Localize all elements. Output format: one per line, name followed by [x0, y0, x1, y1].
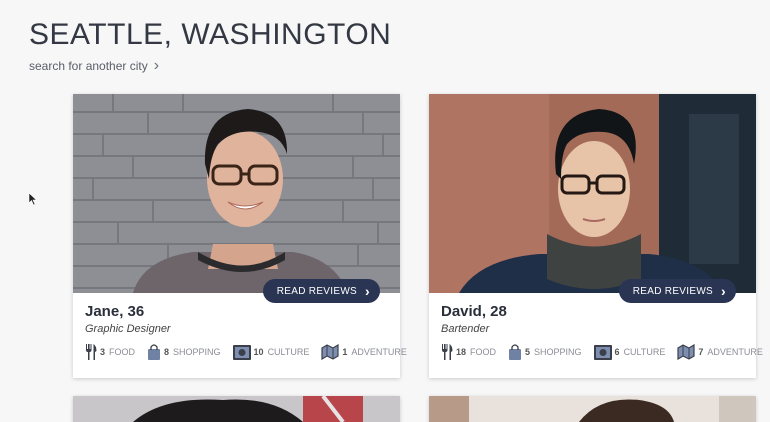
profile-name: David, 28 [441, 303, 507, 320]
read-reviews-button[interactable]: READ REVIEWS › [618, 279, 736, 303]
stat-culture[interactable]: 6 CULTURE [593, 344, 666, 360]
profile-card-partial[interactable] [73, 394, 400, 422]
stat-label: ADVENTURE [351, 347, 407, 357]
stat-count: 5 [525, 347, 531, 357]
stat-shopping[interactable]: 5 SHOPPING [508, 344, 582, 360]
utensils-icon [442, 344, 453, 360]
utensils-icon [86, 344, 97, 360]
stat-adventure[interactable]: 1 ADVENTURE [321, 344, 407, 360]
profile-card-jane[interactable]: READ REVIEWS › Jane, 36 Graphic Designer… [73, 94, 407, 378]
shopping-bag-icon [509, 344, 522, 360]
profile-photo [429, 396, 756, 422]
profile-name: Jane, 36 [85, 303, 145, 320]
stat-count: 10 [253, 347, 264, 357]
profile-card-david[interactable]: READ REVIEWS › David, 28 Bartender 18 FO… [429, 94, 763, 378]
stat-count: 8 [164, 347, 170, 357]
chevron-right-icon: › [721, 283, 726, 299]
search-link-label: search for another city [29, 59, 148, 73]
stat-label: ADVENTURE [707, 347, 763, 357]
stat-count: 1 [342, 347, 348, 357]
profile-photo [429, 94, 756, 293]
stat-count: 7 [698, 347, 704, 357]
map-icon [677, 344, 696, 360]
read-reviews-label: READ REVIEWS [632, 285, 714, 297]
shopping-bag-icon [148, 344, 161, 360]
stat-count: 3 [100, 347, 106, 357]
museum-icon [593, 345, 612, 360]
stat-culture[interactable]: 10 CULTURE [232, 344, 310, 360]
profile-occupation: Graphic Designer [85, 323, 171, 335]
search-another-city-link[interactable]: search for another city › [29, 57, 160, 74]
stat-food[interactable]: 18 FOOD [441, 344, 496, 360]
stat-count: 18 [456, 347, 467, 357]
profile-photo [73, 94, 400, 293]
read-reviews-label: READ REVIEWS [276, 285, 358, 297]
stat-label: CULTURE [267, 347, 310, 357]
read-reviews-button[interactable]: READ REVIEWS › [262, 279, 380, 303]
profile-card-partial[interactable] [429, 396, 756, 422]
profile-photo [73, 394, 400, 422]
category-stats: 18 FOOD 5 SHOPPING 6 CULTURE 7 ADVENTURE [441, 344, 763, 360]
mouse-cursor-icon [29, 193, 37, 205]
stat-count: 6 [614, 347, 620, 357]
museum-icon [232, 345, 251, 360]
category-stats: 3 FOOD 8 SHOPPING 10 CULTURE 1 ADVENTURE [85, 344, 407, 360]
stat-shopping[interactable]: 8 SHOPPING [147, 344, 221, 360]
page-title: SEATTLE, WASHINGTON [29, 18, 392, 51]
stat-label: FOOD [470, 347, 497, 357]
stat-label: SHOPPING [173, 347, 221, 357]
chevron-right-icon: › [365, 283, 370, 299]
stat-food[interactable]: 3 FOOD [85, 344, 135, 360]
chevron-right-icon: › [153, 57, 160, 74]
stat-label: SHOPPING [534, 347, 582, 357]
stat-label: FOOD [109, 347, 136, 357]
map-icon [321, 344, 340, 360]
profile-occupation: Bartender [441, 323, 490, 335]
stat-label: CULTURE [623, 347, 666, 357]
stat-adventure[interactable]: 7 ADVENTURE [677, 344, 763, 360]
